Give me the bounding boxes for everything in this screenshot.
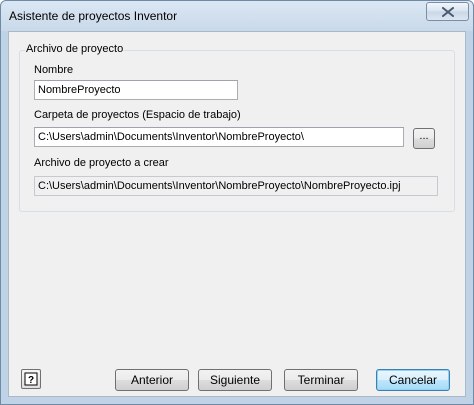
- dialog-client-area: Archivo de proyecto Nombre NombreProyect…: [8, 31, 466, 397]
- finish-button[interactable]: Terminar: [284, 369, 358, 391]
- folder-label: Carpeta de proyectos (Espacio de trabajo…: [34, 109, 241, 121]
- cancel-button[interactable]: Cancelar: [376, 369, 450, 391]
- group-legend: Archivo de proyecto: [25, 43, 125, 55]
- file-field: C:\Users\admin\Documents\Inventor\Nombre…: [34, 176, 438, 196]
- project-wizard-dialog: Asistente de proyectos Inventor Archivo …: [0, 0, 474, 405]
- back-button[interactable]: Anterior: [115, 369, 189, 391]
- svg-text:?: ?: [28, 375, 34, 386]
- close-button[interactable]: [426, 2, 469, 21]
- name-label: Nombre: [34, 64, 74, 76]
- next-button[interactable]: Siguiente: [198, 369, 272, 391]
- name-field[interactable]: NombreProyecto: [34, 80, 238, 100]
- help-button[interactable]: ?: [21, 369, 41, 389]
- close-icon: [442, 7, 454, 17]
- file-label: Archivo de proyecto a crear: [34, 157, 169, 169]
- title-bar[interactable]: Asistente de proyectos Inventor: [1, 1, 473, 31]
- folder-field[interactable]: C:\Users\admin\Documents\Inventor\Nombre…: [34, 127, 404, 147]
- window-title: Asistente de proyectos Inventor: [9, 9, 178, 23]
- browse-button[interactable]: ...: [413, 128, 435, 149]
- help-icon: ?: [24, 372, 38, 386]
